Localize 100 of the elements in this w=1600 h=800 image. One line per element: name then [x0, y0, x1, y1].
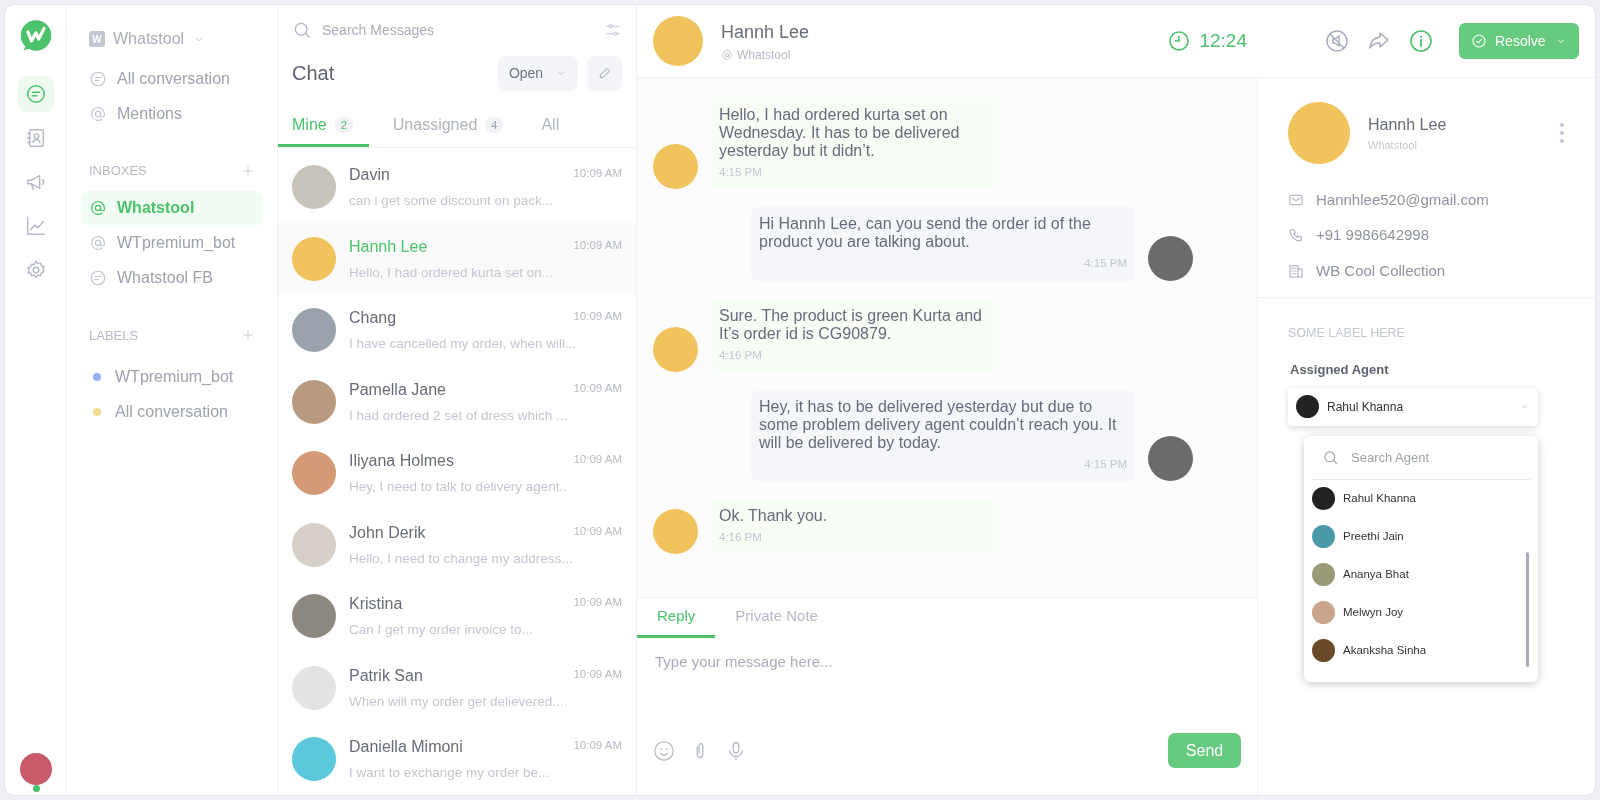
more-options-button[interactable] — [1559, 123, 1565, 143]
info-button[interactable] — [1409, 29, 1433, 53]
conversation-tab[interactable]: Unassigned 4 — [378, 106, 518, 147]
agent-avatar — [1148, 436, 1193, 481]
contact-avatar — [292, 308, 336, 353]
contact-detail: +91 9986642998 — [1316, 225, 1430, 245]
conversation-row[interactable]: Kristina 10:09 AM Can I get my order invoice to... — [278, 580, 636, 652]
add-button[interactable] — [241, 328, 255, 343]
message-time: 10:09 AM — [573, 452, 622, 468]
user-avatar — [19, 753, 52, 785]
edit-button[interactable] — [587, 55, 622, 91]
agent-avatar — [1312, 525, 1335, 549]
conversation-tab[interactable]: Mine 2 — [278, 106, 369, 147]
contact-detail: WB Cool Collection — [1316, 260, 1446, 281]
composer-tab[interactable]: Private Note — [715, 598, 838, 638]
message-preview: Hey, I need to talk to delivery agent.. — [349, 478, 569, 497]
agent-option[interactable]: Ananya Bhat — [1304, 555, 1538, 594]
conversation-tab[interactable]: All — [527, 106, 574, 147]
contact-name: Patrik San — [349, 665, 423, 686]
agent-search-field[interactable]: Search Agent — [1351, 447, 1520, 467]
message-time: 10:09 AM — [573, 380, 622, 396]
message-preview: When will my order get delievered... — [349, 692, 565, 711]
message-time: 10:09 AM — [573, 523, 622, 539]
sidebar-item[interactable]: All conversation — [81, 61, 263, 96]
count-badge: 4 — [485, 116, 504, 134]
list-title: Chat — [292, 61, 336, 87]
field-label: Assigned Agent — [1290, 361, 1390, 380]
message-time: 10:09 AM — [573, 595, 622, 611]
message-text: Ok. Thank you. — [719, 507, 829, 525]
message-time: 10:09 AM — [573, 738, 622, 754]
contact-avatar — [292, 165, 336, 210]
contact-name: Iliyana Holmes — [349, 451, 454, 472]
agent-option[interactable]: Preethi Jain — [1304, 517, 1538, 556]
section-heading: LABELS — [89, 326, 139, 345]
add-button[interactable] — [241, 163, 255, 178]
section-heading: SOME LABEL HERE — [1288, 324, 1406, 342]
resolve-button[interactable]: Resolve — [1459, 23, 1579, 59]
label-item[interactable]: WTpremium_bot — [81, 359, 263, 394]
sidebar-item[interactable]: Mentions — [81, 96, 263, 131]
muted-speaker-icon — [1325, 29, 1349, 53]
check-circle-icon — [1471, 33, 1487, 49]
building-icon — [1288, 262, 1304, 279]
send-button[interactable]: Send — [1168, 733, 1241, 768]
message-input[interactable]: Type your message here... — [639, 638, 1255, 733]
chat-bubble-icon — [89, 69, 107, 88]
search-field[interactable]: Search Messages — [322, 19, 594, 41]
contact-name: Pamella Jane — [349, 379, 446, 400]
smiley-icon — [653, 739, 675, 762]
agent-option[interactable]: Rahul Khanna — [1304, 479, 1538, 518]
chat-bubble-icon — [89, 269, 107, 287]
contact-avatar — [292, 379, 336, 424]
contact-name: Daniella Mimoni — [349, 737, 463, 758]
workspace-initial: W — [89, 31, 105, 47]
contact-name: Chang — [349, 308, 397, 329]
message-time: 10:09 AM — [573, 166, 622, 182]
contact-company: Whatstool — [1368, 137, 1418, 153]
workspace-switcher[interactable]: W Whatstool — [81, 25, 215, 53]
message-time: 10:09 AM — [573, 309, 622, 325]
message-preview: Can I get my order invoice to... — [349, 621, 534, 640]
settings-icon — [24, 259, 47, 281]
sidebar-item[interactable]: WTpremium_bot — [81, 225, 263, 261]
contact-name: Hannh Lee — [721, 20, 811, 44]
contact-name: Davin — [349, 165, 390, 186]
contact-avatar — [653, 509, 698, 555]
message-text: Hello, I had ordered kurta set on Wednesday. It has to be delivered yesterday but it didn’t. — [719, 106, 961, 160]
agent-avatar — [1312, 563, 1335, 587]
mute-button[interactable] — [1325, 29, 1349, 53]
at-sign-icon — [89, 234, 107, 252]
composer-tab[interactable]: Reply — [637, 598, 716, 638]
contact-name: Hannh Lee — [349, 236, 428, 257]
section-heading: INBOXES — [89, 162, 147, 180]
emoji-button[interactable] — [653, 739, 675, 762]
contact-avatar — [292, 522, 336, 567]
sidebar-item[interactable]: Whatstool FB — [81, 260, 263, 296]
phone-icon — [1288, 227, 1304, 244]
plus-icon — [241, 163, 255, 178]
agent-option[interactable]: Akanksha Sinha — [1304, 631, 1538, 670]
agent-avatar — [1312, 601, 1335, 625]
contact-name: John Derik — [349, 522, 426, 543]
agent-option[interactable]: Melwyn Joy — [1304, 593, 1538, 632]
contact-avatar — [653, 326, 698, 372]
agent-select[interactable]: Rahul Khanna — [1288, 387, 1538, 426]
nav-rail-button[interactable] — [17, 76, 54, 112]
message-time: 10:09 AM — [573, 666, 622, 682]
conversation-row[interactable]: Iliyana Holmes 10:09 AM Hey, I need to talk to delivery agent.. — [278, 437, 636, 509]
chat-bubble-icon — [24, 83, 47, 105]
timer: 12:24 — [1199, 28, 1247, 53]
contact-avatar — [653, 144, 698, 190]
contact-detail: Hannhlee520@gmail.com — [1316, 189, 1489, 210]
message-text: Hi Hannh Lee, can you send the order id of the product you are talking about. — [759, 215, 1092, 252]
at-sign-icon — [89, 199, 107, 217]
search-icon — [1322, 448, 1339, 466]
conversation-row[interactable]: Patrik San 10:09 AM When will my order get delievered... — [278, 652, 636, 724]
status-dropdown[interactable]: Open — [498, 55, 578, 91]
contact-avatar — [292, 594, 336, 639]
sidebar-item[interactable]: Whatstool — [81, 190, 263, 226]
label-item[interactable]: All conversation — [81, 394, 263, 429]
message-text: Hey, it has to be delivered yesterday but due to some problem delivery agent couldn’t reach you. It will be delivered by today. — [759, 397, 1118, 452]
contact-book-icon — [24, 127, 47, 149]
clock-icon — [1167, 29, 1192, 53]
